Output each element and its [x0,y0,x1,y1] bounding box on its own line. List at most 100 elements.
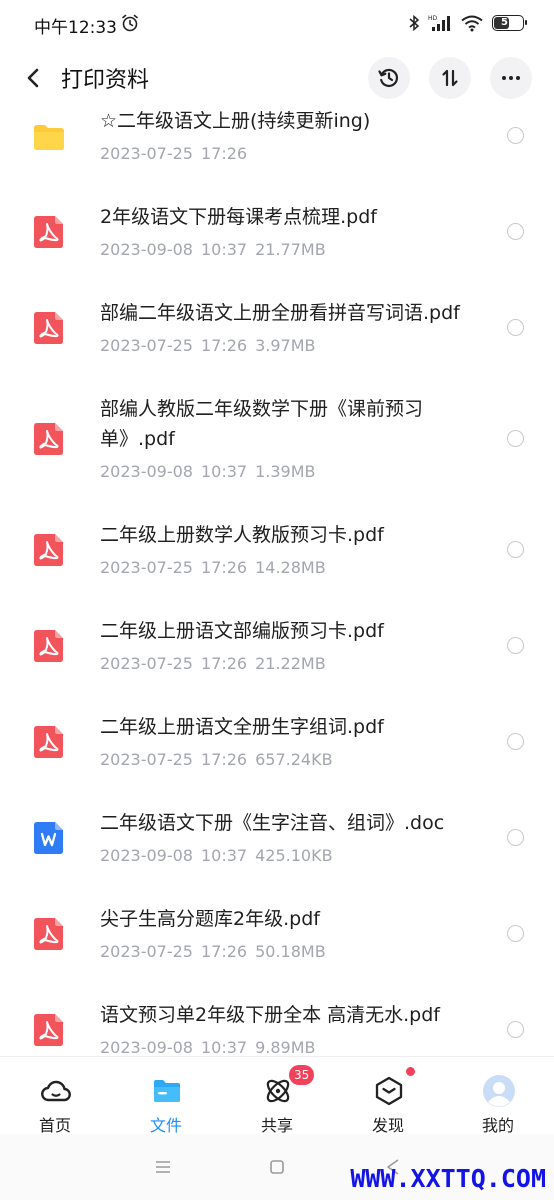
file-date: 2023-07-25 [100,750,193,769]
battery-icon: 57 [492,15,527,31]
file-name: 部编二年级语文上册全册看拼音写词语.pdf [100,302,460,324]
file-name: 二年级上册语文部编版预习卡.pdf [100,620,384,642]
folder-icon [34,125,64,150]
file-meta: 2023-07-25 17:26 50.18MB [100,942,326,961]
select-radio[interactable] [507,430,524,447]
share-badge: 35 [289,1065,315,1085]
file-name: 二年级语文下册《生字注音、组词》.doc [100,812,445,834]
file-date: 2023-09-08 [100,462,193,481]
file-time: 17:26 [200,654,248,673]
share-atom-icon [266,1079,290,1103]
chevron-left-icon[interactable] [20,64,48,92]
nav-mine-label: 我的 [481,1116,514,1135]
nav-files[interactable]: 文件 [116,1057,216,1135]
file-date: 2023-07-25 [100,654,193,673]
file-meta: 2023-07-25 17:26 [100,144,247,163]
file-name: 二年级上册数学人教版预习卡.pdf [100,524,384,546]
folder-icon [154,1080,180,1102]
file-name: 部编人教版二年级数学下册《课前预习单》.pdf [100,398,424,450]
select-radio[interactable] [507,925,524,942]
list-item[interactable]: 二年级语文下册《生字注音、组词》.doc 2023-09-08 10:37 425.1… [0,790,554,886]
file-meta: 2023-07-25 17:26 3.97MB [100,336,316,355]
list-item[interactable]: 二年级上册语文部编版预习卡.pdf 2023-07-25 17:26 21.22MB [0,598,554,694]
list-item[interactable]: 尖子生高分题库2年级.pdf 2023-07-25 17:26 50.18MB [0,886,554,982]
file-meta: 2023-07-25 17:26 14.28MB [100,558,326,577]
nav-files-label: 文件 [149,1116,182,1135]
nav-home-label: 首页 [38,1116,71,1135]
file-meta: 2023-09-08 10:37 425.10KB [100,846,333,865]
select-radio[interactable] [507,1021,524,1038]
file-date: 2023-07-25 [100,558,193,577]
pdf-icon [34,630,63,662]
status-right: HD 57 [408,14,527,32]
file-time: 17:26 [200,942,248,961]
discover-dot [406,1067,415,1076]
file-time: 10:37 [200,1038,248,1056]
sort-button[interactable] [429,57,471,99]
history-button[interactable] [368,57,410,99]
sort-icon [442,69,458,87]
home-square-icon[interactable] [266,1156,288,1178]
header: 打印资料 [0,52,554,104]
file-time: 17:26 [200,750,248,769]
list-item[interactable]: 二年级上册数学人教版预习卡.pdf 2023-07-25 17:26 14.28MB [0,502,554,598]
file-size: 21.77MB [255,240,326,259]
file-size: 50.18MB [255,942,326,961]
file-date: 2023-07-25 [100,336,193,355]
select-radio[interactable] [507,223,524,240]
file-meta: 2023-07-25 17:26 657.24KB [100,750,333,769]
file-time: 10:37 [200,846,248,865]
list-item[interactable]: ☆二年级语文上册(持续更新ing) 2023-07-25 17:26 [0,104,554,184]
more-icon [502,76,520,80]
file-date: 2023-09-08 [100,1038,193,1056]
list-item[interactable]: 部编二年级语文上册全册看拼音写词语.pdf 2023-07-25 17:26 3.97… [0,280,554,376]
file-size: 14.28MB [255,558,326,577]
nav-home[interactable]: 首页 [5,1057,105,1135]
file-meta: 2023-09-08 10:37 1.39MB [100,462,316,481]
menu-icon[interactable] [152,1156,174,1178]
cloud-home-icon [41,1080,71,1102]
file-time: 10:37 [200,240,248,259]
list-item[interactable]: 部编人教版二年级数学下册《课前预习单》.pdf 2023-09-08 10:37 1.… [0,376,554,502]
nav-mine[interactable]: 我的 [448,1057,548,1135]
word-doc-icon [34,822,63,854]
select-radio[interactable] [507,829,524,846]
list-item[interactable]: 语文预习单2年级下册全本 高清无水.pdf 2023-09-08 10:37 9.89… [0,982,554,1056]
history-icon [378,68,399,88]
select-radio[interactable] [507,127,524,144]
list-item[interactable]: 二年级上册语文全册生字组词.pdf 2023-07-25 17:26 657.24KB [0,694,554,790]
select-radio[interactable] [507,733,524,750]
file-name: 尖子生高分题库2年级.pdf [100,908,320,930]
discover-cube-icon [375,1076,403,1106]
alarm-icon [122,14,138,32]
file-name: ☆二年级语文上册(持续更新ing) [100,110,371,132]
more-button[interactable] [490,57,532,99]
bluetooth-icon [409,14,420,32]
watermark: WWW.XXTTQ.COM [350,1164,546,1193]
signal-icon: HD [428,15,450,31]
file-size: 21.22MB [255,654,326,673]
avatar-icon [483,1075,515,1107]
file-meta: 2023-09-08 10:37 21.77MB [100,240,326,259]
system-nav: WWW.XXTTQ.COM [0,1134,554,1200]
nav-share[interactable]: 35 共享 [227,1057,327,1135]
wifi-icon [461,15,483,32]
file-meta: 2023-09-08 10:37 9.89MB [100,1038,316,1056]
file-time: 17:26 [200,336,248,355]
select-radio[interactable] [507,541,524,558]
select-radio[interactable] [507,637,524,654]
file-time: 10:37 [200,462,248,481]
file-size: 1.39MB [255,462,316,481]
page-title: 打印资料 [61,68,150,93]
nav-discover[interactable]: 发现 [338,1057,438,1135]
battery-percent: 57 [501,17,515,28]
status-bar: 中午12:33 HD 57 [0,0,554,50]
file-size: 657.24KB [255,750,333,769]
pdf-icon [34,216,63,248]
list-item[interactable]: 2年级语文下册每课考点梳理.pdf 2023-09-08 10:37 21.77MB [0,184,554,280]
select-radio[interactable] [507,319,524,336]
file-date: 2023-07-25 [100,942,193,961]
pdf-icon [34,423,63,455]
file-date: 2023-07-25 [100,144,193,163]
file-date: 2023-09-08 [100,240,193,259]
